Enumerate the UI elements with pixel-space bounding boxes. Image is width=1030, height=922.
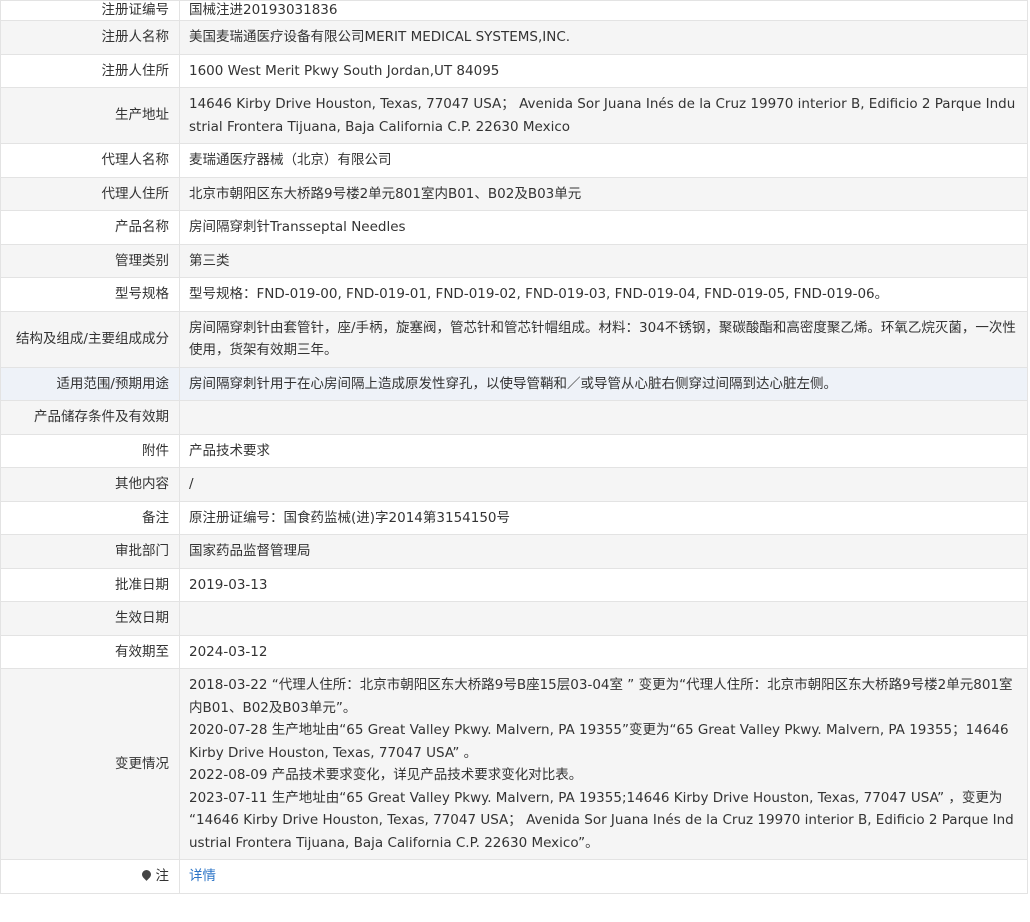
- row-change-history: 变更情况 2018-03-22 “代理人住所：北京市朝阳区东大桥路9号B座15层…: [0, 668, 1028, 860]
- row-value: 国械注进20193031836: [179, 0, 1028, 21]
- row-label: 注册人名称: [0, 20, 180, 55]
- row-production-address: 生产地址 14646 Kirby Drive Houston, Texas, 7…: [0, 87, 1028, 144]
- row-label: 适用范围/预期用途: [0, 366, 180, 401]
- row-value: 1600 West Merit Pkwy South Jordan,UT 840…: [179, 53, 1028, 88]
- row-label: 代理人名称: [0, 143, 180, 178]
- change-entry: 2022-08-09 产品技术要求变化，详见产品技术要求变化对比表。: [189, 767, 583, 783]
- row-note: 注 详情: [0, 859, 1028, 894]
- row-value: 房间隔穿刺针Transseptal Needles: [179, 210, 1028, 245]
- row-value: 麦瑞通医疗器械（北京）有限公司: [179, 143, 1028, 178]
- row-value: [179, 400, 1028, 435]
- row-label: 其他内容: [0, 467, 180, 502]
- row-label: 代理人住所: [0, 176, 180, 211]
- row-model-spec: 型号规格 型号规格：FND-019-00, FND-019-01, FND-01…: [0, 277, 1028, 312]
- row-approval-date: 批准日期 2019-03-13: [0, 567, 1028, 602]
- row-value: [179, 601, 1028, 636]
- row-label: 有效期至: [0, 634, 180, 669]
- row-value: 房间隔穿刺针由套管针，座/手柄，旋塞阀，管芯针和管芯针帽组成。材料：304不锈钢…: [179, 310, 1028, 368]
- row-product-name: 产品名称 房间隔穿刺针Transseptal Needles: [0, 210, 1028, 245]
- row-label: 附件: [0, 433, 180, 468]
- row-value: 2019-03-13: [179, 567, 1028, 602]
- row-value: 第三类: [179, 243, 1028, 278]
- registration-detail-table: 注册证编号 国械注进20193031836 注册人名称 美国麦瑞通医疗设备有限公…: [0, 0, 1028, 894]
- row-label: 注册人住所: [0, 53, 180, 88]
- row-value: 原注册证编号：国食药监械(进)字2014第3154150号: [179, 500, 1028, 535]
- row-label: 注: [0, 859, 180, 894]
- row-agent-address: 代理人住所 北京市朝阳区东大桥路9号楼2单元801室内B01、B02及B03单元: [0, 176, 1028, 211]
- row-label: 生产地址: [0, 87, 180, 144]
- row-valid-until: 有效期至 2024-03-12: [0, 634, 1028, 669]
- row-value: 2024-03-12: [179, 634, 1028, 669]
- change-entry: 2023-07-11 生产地址由“65 Great Valley Pkwy. M…: [189, 789, 1014, 851]
- row-label: 产品储存条件及有效期: [0, 400, 180, 435]
- row-label: 型号规格: [0, 277, 180, 312]
- row-management-class: 管理类别 第三类: [0, 243, 1028, 278]
- row-label: 变更情况: [0, 668, 180, 860]
- row-registrant-address: 注册人住所 1600 West Merit Pkwy South Jordan,…: [0, 53, 1028, 88]
- row-registration-number: 注册证编号 国械注进20193031836: [0, 0, 1028, 21]
- row-value: /: [179, 467, 1028, 502]
- row-label: 生效日期: [0, 601, 180, 636]
- change-history-list: 2018-03-22 “代理人住所：北京市朝阳区东大桥路9号B座15层03-04…: [179, 668, 1028, 860]
- row-remarks: 备注 原注册证编号：国食药监械(进)字2014第3154150号: [0, 500, 1028, 535]
- row-effective-date: 生效日期: [0, 601, 1028, 636]
- row-agent-name: 代理人名称 麦瑞通医疗器械（北京）有限公司: [0, 143, 1028, 178]
- row-label: 管理类别: [0, 243, 180, 278]
- row-intended-use: 适用范围/预期用途 房间隔穿刺针用于在心房间隔上造成原发性穿孔，以使导管鞘和／或…: [0, 366, 1028, 401]
- row-value: 产品技术要求: [179, 433, 1028, 468]
- row-other-content: 其他内容 /: [0, 467, 1028, 502]
- change-entry: 2018-03-22 “代理人住所：北京市朝阳区东大桥路9号B座15层03-04…: [189, 677, 1013, 716]
- row-value: 美国麦瑞通医疗设备有限公司MERIT MEDICAL SYSTEMS,INC.: [179, 20, 1028, 55]
- row-value: 房间隔穿刺针用于在心房间隔上造成原发性穿孔，以使导管鞘和／或导管从心脏右侧穿过间…: [179, 366, 1028, 401]
- row-registrant-name: 注册人名称 美国麦瑞通医疗设备有限公司MERIT MEDICAL SYSTEMS…: [0, 20, 1028, 55]
- change-entry: 2020-07-28 生产地址由“65 Great Valley Pkwy. M…: [189, 722, 1009, 761]
- row-label: 备注: [0, 500, 180, 535]
- row-approval-department: 审批部门 国家药品监督管理局: [0, 534, 1028, 569]
- row-value: 国家药品监督管理局: [179, 534, 1028, 569]
- row-label: 注册证编号: [0, 0, 180, 21]
- row-label: 产品名称: [0, 210, 180, 245]
- row-attachment: 附件 产品技术要求: [0, 433, 1028, 468]
- row-label: 审批部门: [0, 534, 180, 569]
- row-storage-conditions: 产品储存条件及有效期: [0, 400, 1028, 435]
- row-value: 型号规格：FND-019-00, FND-019-01, FND-019-02,…: [179, 277, 1028, 312]
- note-label: 注: [155, 868, 170, 884]
- row-label: 结构及组成/主要组成成分: [0, 310, 180, 368]
- row-structure-composition: 结构及组成/主要组成成分 房间隔穿刺针由套管针，座/手柄，旋塞阀，管芯针和管芯针…: [0, 310, 1028, 368]
- row-value: 14646 Kirby Drive Houston, Texas, 77047 …: [179, 87, 1028, 144]
- row-label: 批准日期: [0, 567, 180, 602]
- row-value: 详情: [179, 859, 1028, 894]
- detail-link[interactable]: 详情: [189, 868, 216, 884]
- row-value: 北京市朝阳区东大桥路9号楼2单元801室内B01、B02及B03单元: [179, 176, 1028, 211]
- pin-icon: [139, 868, 153, 881]
